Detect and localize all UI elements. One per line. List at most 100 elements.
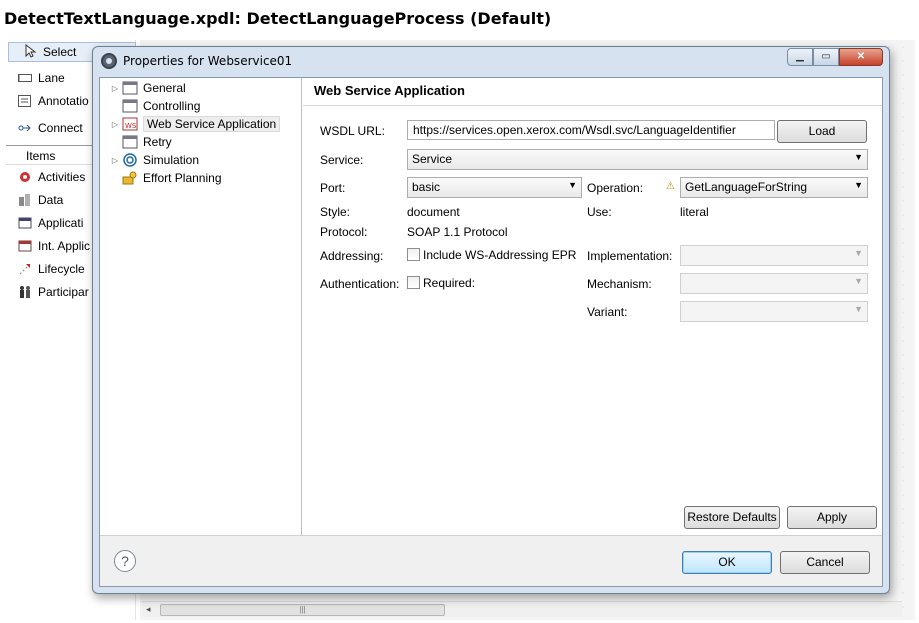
activities-gear-icon bbox=[18, 170, 32, 184]
palette-item-label: Data bbox=[38, 193, 64, 207]
data-icon bbox=[18, 193, 32, 207]
tree-item-label: Retry bbox=[143, 135, 172, 149]
port-combo-value: basic bbox=[412, 180, 441, 194]
style-value: document bbox=[407, 205, 460, 219]
scroll-left-arrow-icon[interactable]: ◂ bbox=[146, 604, 151, 615]
minimize-button[interactable]: ▁ bbox=[787, 48, 813, 66]
palette-item-participants[interactable]: Participar bbox=[18, 282, 89, 302]
effort-planning-icon bbox=[122, 171, 138, 185]
int-application-icon bbox=[18, 239, 32, 253]
horizontal-scrollbar[interactable]: ◂ ||| bbox=[142, 601, 902, 617]
warning-icon: ⚠ bbox=[666, 181, 675, 192]
tree-item-controlling[interactable]: Controlling bbox=[108, 97, 200, 115]
tree-item-general[interactable]: ▷ General bbox=[108, 79, 186, 97]
include-ws-addressing-label[interactable]: Include WS-Addressing EPR bbox=[423, 248, 576, 262]
window-controls: ▁ ▭ ✕ bbox=[787, 48, 883, 66]
svg-text:WS: WS bbox=[125, 122, 137, 130]
close-button[interactable]: ✕ bbox=[839, 48, 883, 66]
palette-tool-connect[interactable]: Connect bbox=[18, 118, 83, 138]
ok-button[interactable]: OK bbox=[682, 551, 772, 574]
lifecycle-icon bbox=[18, 262, 32, 276]
protocol-value: SOAP 1.1 Protocol bbox=[407, 225, 508, 239]
expand-arrow-icon[interactable]: ▷ bbox=[108, 156, 122, 165]
properties-dialog: Properties for Webservice01 ▁ ▭ ✕ ▷ Gene… bbox=[92, 46, 890, 594]
mechanism-label: Mechanism: bbox=[587, 277, 652, 291]
authentication-required-checkbox[interactable] bbox=[407, 276, 420, 289]
palette-item-label: Participar bbox=[38, 285, 89, 299]
palette-tool-label: Select bbox=[43, 45, 77, 59]
cursor-arrow-icon bbox=[25, 43, 37, 61]
tree-item-effort-planning[interactable]: Effort Planning bbox=[108, 169, 222, 187]
palette-tool-label: Annotatio bbox=[38, 94, 89, 108]
variant-combo: ▼ bbox=[680, 301, 868, 322]
palette-item-activities[interactable]: Activities bbox=[18, 167, 85, 187]
dialog-titlebar[interactable]: Properties for Webservice01 bbox=[101, 53, 292, 69]
service-combo[interactable]: Service ▼ bbox=[407, 149, 868, 170]
expand-arrow-icon[interactable]: ▷ bbox=[108, 84, 122, 93]
dialog-title: Properties for Webservice01 bbox=[123, 54, 293, 68]
gear-icon bbox=[101, 53, 117, 69]
palette-tool-label: Lane bbox=[38, 71, 65, 85]
dialog-body: ▷ General Controlling ▷ WS Web Service A… bbox=[99, 77, 883, 587]
chevron-down-icon: ▼ bbox=[854, 180, 863, 190]
title-divider bbox=[303, 105, 882, 106]
connect-icon bbox=[18, 121, 32, 135]
wsdl-url-label: WSDL URL: bbox=[320, 124, 385, 138]
load-button[interactable]: Load bbox=[777, 120, 867, 143]
tree-item-label: Effort Planning bbox=[143, 171, 222, 185]
palette-tool-annotation[interactable]: Annotatio bbox=[18, 91, 89, 111]
use-value: literal bbox=[680, 205, 709, 219]
restore-defaults-button[interactable]: Restore Defaults bbox=[684, 506, 780, 529]
tree-item-web-service-application[interactable]: ▷ WS Web Service Application bbox=[108, 115, 281, 133]
chevron-down-icon: ▼ bbox=[854, 276, 863, 286]
addressing-label: Addressing: bbox=[320, 249, 384, 263]
chevron-down-icon: ▼ bbox=[854, 152, 863, 162]
palette-item-applications[interactable]: Applicati bbox=[18, 213, 83, 233]
page-icon bbox=[122, 81, 138, 95]
operation-combo-value: GetLanguageForString bbox=[685, 180, 808, 194]
tree-item-label: Controlling bbox=[143, 99, 201, 113]
palette-item-data[interactable]: Data bbox=[18, 190, 63, 210]
service-label: Service: bbox=[320, 153, 364, 167]
apply-button[interactable]: Apply bbox=[787, 506, 877, 529]
tree-item-retry[interactable]: Retry bbox=[108, 133, 172, 151]
tree-item-label: Simulation bbox=[143, 153, 200, 167]
implementation-label: Implementation: bbox=[587, 249, 673, 263]
expand-arrow-icon[interactable]: ▷ bbox=[108, 120, 122, 129]
palette-item-label: Int. Applic bbox=[38, 239, 91, 253]
page-title: Web Service Application bbox=[314, 83, 465, 98]
palette-tool-lane[interactable]: Lane bbox=[17, 68, 65, 88]
annotation-icon bbox=[18, 94, 32, 108]
implementation-combo: ▼ bbox=[680, 245, 868, 266]
protocol-label: Protocol: bbox=[320, 225, 368, 239]
palette-item-lifecycle[interactable]: Lifecycle bbox=[18, 259, 85, 279]
page-icon bbox=[122, 99, 138, 113]
application-icon bbox=[18, 216, 32, 230]
mechanism-combo: ▼ bbox=[680, 273, 868, 294]
palette-item-label: Lifecycle bbox=[38, 262, 85, 276]
wsdl-url-input[interactable]: https://services.open.xerox.com/Wsdl.svc… bbox=[407, 120, 775, 140]
authentication-required-label[interactable]: Required: bbox=[423, 276, 475, 290]
include-ws-addressing-checkbox[interactable] bbox=[407, 248, 420, 261]
palette-item-label: Activities bbox=[38, 170, 86, 184]
tree-item-label: Web Service Application bbox=[143, 116, 281, 132]
palette-item-int-applications[interactable]: Int. Applic bbox=[18, 236, 90, 256]
chevron-down-icon: ▼ bbox=[854, 248, 863, 258]
palette-tool-label: Connect bbox=[38, 121, 83, 135]
editor-title: DetectTextLanguage.xpdl: DetectLanguageP… bbox=[4, 9, 552, 28]
tree-item-simulation[interactable]: ▷ Simulation bbox=[108, 151, 199, 169]
style-label: Style: bbox=[320, 205, 351, 219]
port-combo[interactable]: basic ▼ bbox=[407, 177, 582, 198]
operation-combo[interactable]: GetLanguageForString ▼ bbox=[680, 177, 868, 198]
authentication-label: Authentication: bbox=[320, 277, 400, 291]
simulation-spiral-icon bbox=[122, 153, 138, 167]
property-page-tree: ▷ General Controlling ▷ WS Web Service A… bbox=[100, 78, 302, 535]
scroll-thumb[interactable]: ||| bbox=[160, 604, 445, 616]
lane-icon bbox=[17, 71, 32, 85]
cancel-button[interactable]: Cancel bbox=[780, 551, 870, 574]
maximize-button[interactable]: ▭ bbox=[813, 48, 839, 66]
page-icon bbox=[122, 135, 138, 149]
dialog-button-bar: ? OK Cancel bbox=[100, 535, 882, 586]
port-label: Port: bbox=[320, 181, 346, 195]
help-icon[interactable]: ? bbox=[114, 550, 136, 572]
